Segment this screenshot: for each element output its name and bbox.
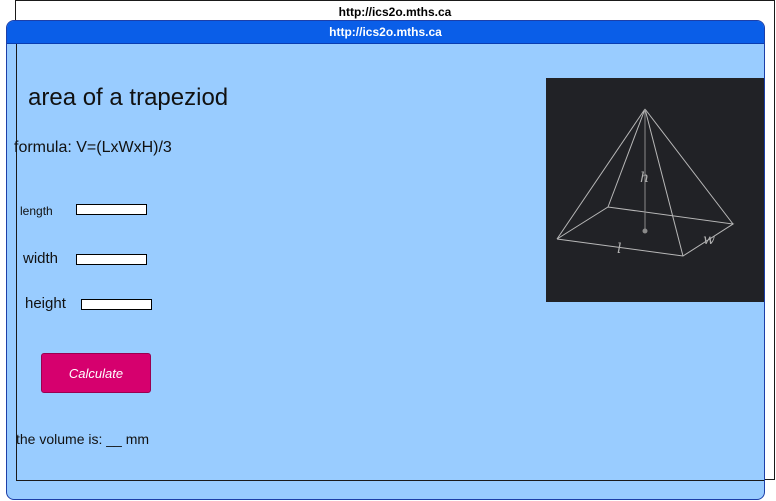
- length-label: length: [20, 204, 53, 218]
- calculate-button[interactable]: Calculate: [41, 353, 151, 393]
- formula-text: formula: V=(LxWxH)/3: [14, 139, 172, 156]
- width-input[interactable]: [76, 254, 147, 265]
- pyramid-width-label: w: [703, 232, 715, 248]
- height-label: height: [25, 295, 66, 312]
- app-window: http://ics2o.mths.ca area of a trapeziod…: [6, 20, 765, 500]
- pyramid-icon: h l w: [556, 108, 735, 257]
- length-input[interactable]: [76, 204, 147, 215]
- width-label: width: [23, 250, 59, 267]
- height-input[interactable]: [81, 299, 152, 310]
- pyramid-diagram-image: h l w: [546, 78, 764, 302]
- volume-result: the volume is: __ mm: [16, 431, 150, 447]
- page-content: area of a trapeziod formula: V=(LxWxH)/3…: [14, 44, 764, 481]
- pyramid-length-label: l: [617, 241, 621, 257]
- pyramid-height-label: h: [640, 170, 649, 186]
- page-title: area of a trapeziod: [28, 84, 229, 111]
- window-title-bar[interactable]: http://ics2o.mths.ca: [7, 21, 764, 44]
